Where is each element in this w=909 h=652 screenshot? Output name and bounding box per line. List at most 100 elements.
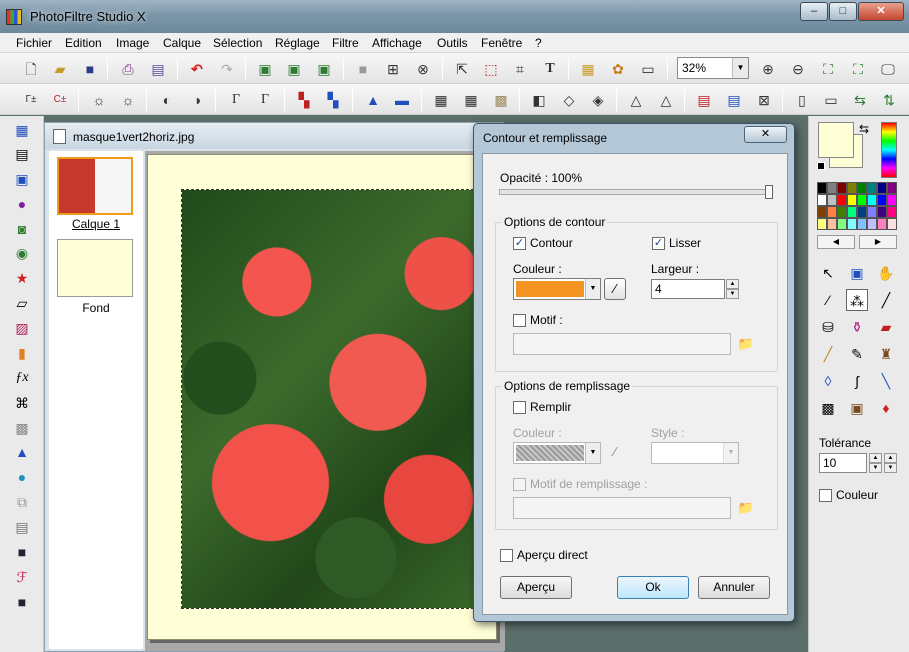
palette-swatch[interactable] [887, 182, 897, 194]
save-icon[interactable]: ■ [79, 58, 101, 80]
actual-size-icon[interactable]: ⛶ [817, 58, 839, 80]
pattern-icon[interactable]: ⌘ [12, 393, 32, 413]
apercu-button[interactable]: Aperçu [500, 576, 572, 599]
pixelate-icon[interactable]: ▦ [430, 89, 452, 111]
tolerance-down-icon[interactable]: ▼ [869, 463, 882, 473]
circle-icon[interactable]: ● [12, 467, 32, 487]
gradient-fill-icon[interactable]: ▮ [12, 343, 32, 363]
contrast-minus-icon[interactable]: ◐ [156, 89, 178, 111]
advanced-brush-icon[interactable]: ✎ [846, 343, 868, 365]
mirror-icon[interactable]: △ [655, 89, 677, 111]
largeur-down-icon[interactable]: ▼ [726, 289, 739, 299]
levels-icon[interactable]: ▬ [391, 89, 413, 111]
palette-swatch[interactable] [827, 218, 837, 230]
fill-folder-icon[interactable]: 📁 [737, 500, 755, 516]
annuler-button[interactable]: Annuler [698, 576, 770, 599]
canvas-area[interactable] [145, 151, 505, 651]
opacity-slider-track[interactable] [499, 189, 771, 195]
palette-swatch[interactable] [847, 206, 857, 218]
transparency-icon[interactable]: ⊗ [412, 58, 434, 80]
note-icon[interactable]: ▱ [12, 293, 32, 313]
brush-icon[interactable]: ╱ [817, 343, 839, 365]
brightness-plus-icon[interactable]: ☼ [117, 89, 139, 111]
copy-image-icon[interactable]: ▣ [254, 58, 276, 80]
clone-icon[interactable]: ▩ [817, 397, 839, 419]
explorer-icon[interactable]: ▦ [577, 58, 599, 80]
menu-filtre[interactable]: Filtre [332, 36, 359, 50]
tolerance-up2-icon[interactable]: ▲ [884, 453, 897, 463]
smudge-icon[interactable]: ʃ [846, 370, 868, 392]
layer-thumbnail-calque1[interactable] [57, 157, 133, 215]
undo-icon[interactable]: ↶ [186, 58, 208, 80]
palette-swatch[interactable] [877, 218, 887, 230]
layer-label-fond[interactable]: Fond [49, 301, 143, 315]
layer-label-calque1[interactable]: Calque 1 [49, 217, 143, 231]
contour-color-select[interactable]: ▼ [513, 278, 601, 300]
couleur-checkbox[interactable] [819, 489, 832, 502]
palette-swatch[interactable] [817, 206, 827, 218]
stripes-icon[interactable]: ▨ [12, 318, 32, 338]
auto-contrast-icon[interactable]: Γ± [20, 89, 42, 111]
default-colors-icon[interactable] [817, 162, 825, 170]
new-file-icon[interactable]: 🗋 [20, 58, 42, 80]
crop-icon[interactable]: ⌗ [509, 58, 531, 80]
drop-icon[interactable]: ◊ [817, 370, 839, 392]
palette-swatch[interactable] [857, 182, 867, 194]
grayscale-icon[interactable]: ■ [352, 58, 374, 80]
flip-vertical-icon[interactable]: ⇅ [878, 89, 900, 111]
palette-swatch[interactable] [827, 206, 837, 218]
menu-affichage[interactable]: Affichage [372, 36, 422, 50]
eyedropper-icon[interactable]: ⁄ [604, 278, 626, 300]
color-palette[interactable] [817, 182, 897, 230]
saturation-minus-icon[interactable]: ▚ [293, 89, 315, 111]
rotate-right-icon[interactable]: ▭ [820, 89, 842, 111]
palette-swatch[interactable] [837, 194, 847, 206]
star-icon[interactable]: ★ [12, 268, 32, 288]
palette-swatch[interactable] [827, 182, 837, 194]
rotate-left-icon[interactable]: ▯ [791, 89, 813, 111]
chart-icon[interactable]: ▲ [12, 442, 32, 462]
largeur-up-icon[interactable]: ▲ [726, 279, 739, 289]
swap-colors-icon[interactable]: ⇆ [859, 122, 869, 136]
palette-swatch[interactable] [847, 194, 857, 206]
remplir-checkbox[interactable] [513, 401, 526, 414]
tolerance-input[interactable]: 10 [819, 453, 867, 473]
fill-eyedropper-icon[interactable]: ⁄ [604, 442, 626, 464]
menu-calque[interactable]: Calque [163, 36, 201, 50]
largeur-input[interactable]: 4 [651, 279, 725, 299]
plugin-icon[interactable]: ✿ [607, 58, 629, 80]
gamma-plus-icon[interactable]: Γ [254, 89, 276, 111]
selection-icon[interactable]: ▣ [846, 262, 868, 284]
close-button[interactable]: ✕ [858, 2, 904, 21]
window-icon[interactable]: ▭ [637, 58, 659, 80]
print-icon[interactable]: ⎙ [117, 58, 139, 80]
palette-swatch[interactable] [887, 194, 897, 206]
paste-new-icon[interactable]: ▣ [313, 58, 335, 80]
menu-edition[interactable]: Edition [65, 36, 102, 50]
palette-swatch[interactable] [847, 182, 857, 194]
redo-icon[interactable]: ↷ [216, 58, 238, 80]
zoom-select[interactable]: 32% ▼ [677, 57, 749, 79]
apercu-direct-checkbox[interactable] [500, 549, 513, 562]
palette-swatch[interactable] [887, 206, 897, 218]
line-icon[interactable]: ╱ [875, 289, 897, 311]
ok-button[interactable]: Ok [617, 576, 689, 599]
batch-icon[interactable]: ▤ [12, 144, 32, 164]
zoom-out-icon[interactable]: ⊖ [787, 58, 809, 80]
script-icon[interactable]: ℱ [12, 567, 32, 587]
fullscreen-icon[interactable]: 🖵 [877, 58, 899, 80]
menu-reglage[interactable]: Réglage [275, 36, 320, 50]
paste-image-icon[interactable]: ▣ [283, 58, 305, 80]
palette-swatch[interactable] [867, 182, 877, 194]
foreground-color-swatch[interactable] [818, 122, 854, 158]
fill-bucket-icon[interactable]: ⛁ [817, 316, 839, 338]
save-html-icon[interactable]: ■ [12, 592, 32, 612]
palette-swatch[interactable] [817, 182, 827, 194]
strawberry-icon[interactable]: ♦ [875, 397, 897, 419]
fill-color-select[interactable]: ▼ [513, 442, 601, 464]
palette-swatch[interactable] [817, 194, 827, 206]
fx-icon[interactable]: ƒx [12, 368, 32, 388]
canvas-size-icon[interactable]: ⬚ [480, 58, 502, 80]
minimize-button[interactable]: – [800, 2, 828, 21]
image-size-icon[interactable]: ⇱ [451, 58, 473, 80]
